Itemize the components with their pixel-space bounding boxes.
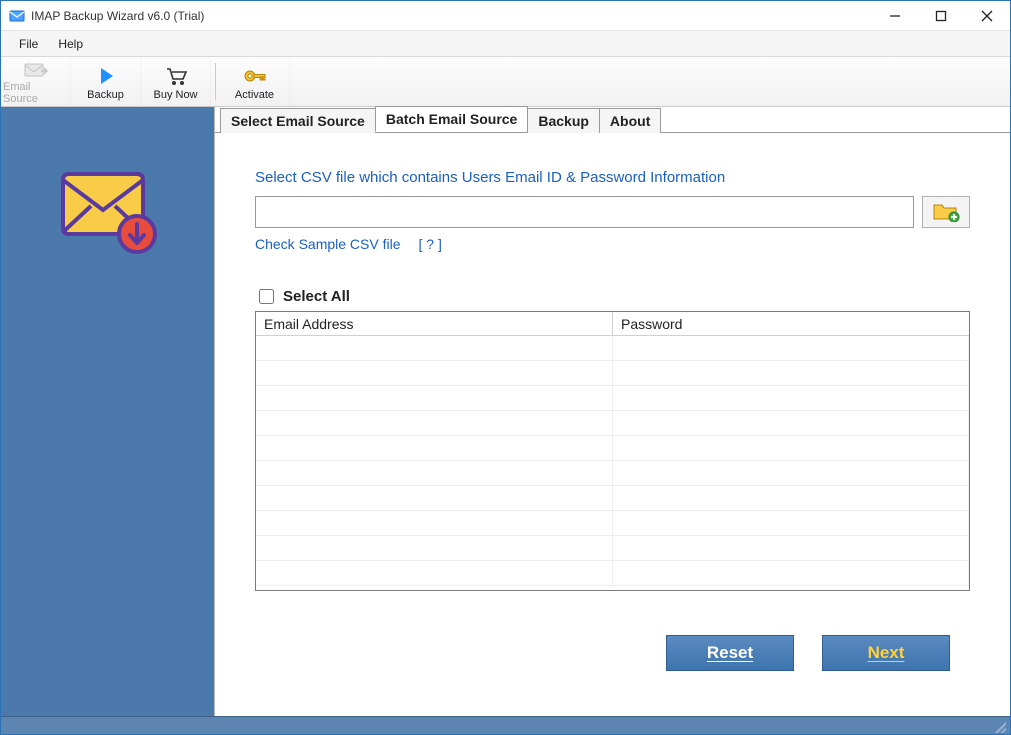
toolbar: Email Source Backup Buy Now Ac bbox=[1, 57, 1010, 107]
main-panel: Select Email Source Batch Email Source B… bbox=[214, 107, 1010, 716]
tab-backup[interactable]: Backup bbox=[527, 108, 600, 133]
links-row: Check Sample CSV file [ ? ] bbox=[255, 236, 970, 252]
table-row[interactable] bbox=[256, 361, 969, 386]
maximize-button[interactable] bbox=[918, 1, 964, 31]
content-area: Select Email Source Batch Email Source B… bbox=[1, 107, 1010, 716]
table-body bbox=[256, 336, 969, 586]
check-sample-csv-link[interactable]: Check Sample CSV file bbox=[255, 236, 401, 252]
table-row[interactable] bbox=[256, 486, 969, 511]
table-row[interactable] bbox=[256, 336, 969, 361]
col-password-header[interactable]: Password bbox=[613, 312, 969, 335]
sidebar bbox=[1, 107, 214, 716]
select-all-label: Select All bbox=[283, 288, 350, 305]
table-row[interactable] bbox=[256, 386, 969, 411]
window-title: IMAP Backup Wizard v6.0 (Trial) bbox=[31, 9, 204, 23]
toolbar-backup-button[interactable]: Backup bbox=[71, 57, 141, 106]
table-row[interactable] bbox=[256, 511, 969, 536]
cart-icon bbox=[164, 63, 188, 89]
tabstrip: Select Email Source Batch Email Source B… bbox=[215, 107, 1010, 133]
toolbar-email-source-label: Email Source bbox=[3, 81, 68, 105]
key-icon bbox=[242, 63, 268, 89]
toolbar-activate-label: Activate bbox=[235, 89, 274, 101]
browse-button[interactable] bbox=[922, 196, 970, 228]
table-row[interactable] bbox=[256, 436, 969, 461]
table-row[interactable] bbox=[256, 561, 969, 586]
window-controls bbox=[872, 1, 1010, 31]
resize-grip[interactable] bbox=[992, 719, 1006, 733]
reset-button[interactable]: Reset bbox=[666, 635, 794, 671]
table-row[interactable] bbox=[256, 536, 969, 561]
instruction-text: Select CSV file which contains Users Ema… bbox=[255, 169, 970, 186]
csv-path-input[interactable] bbox=[255, 196, 914, 228]
envelope-download-icon bbox=[53, 162, 163, 265]
close-button[interactable] bbox=[964, 1, 1010, 31]
table-row[interactable] bbox=[256, 461, 969, 486]
tab-body: Select CSV file which contains Users Ema… bbox=[215, 133, 1010, 716]
email-source-icon bbox=[23, 59, 49, 81]
table-header: Email Address Password bbox=[256, 312, 969, 336]
help-link[interactable]: [ ? ] bbox=[419, 236, 442, 252]
col-email-header[interactable]: Email Address bbox=[256, 312, 613, 335]
toolbar-buy-now-button[interactable]: Buy Now bbox=[141, 57, 211, 106]
statusbar bbox=[1, 716, 1010, 734]
button-row: Reset Next bbox=[255, 635, 970, 671]
toolbar-activate-button[interactable]: Activate bbox=[220, 57, 290, 106]
table-row[interactable] bbox=[256, 411, 969, 436]
select-all-row: Select All bbox=[255, 286, 970, 307]
play-icon bbox=[96, 63, 116, 89]
toolbar-buy-now-label: Buy Now bbox=[153, 89, 197, 101]
select-all-checkbox[interactable] bbox=[259, 289, 274, 304]
tab-batch-email-source[interactable]: Batch Email Source bbox=[375, 106, 529, 132]
folder-add-icon bbox=[932, 200, 960, 225]
tab-about[interactable]: About bbox=[599, 108, 661, 133]
app-icon bbox=[9, 8, 25, 24]
menubar: File Help bbox=[1, 31, 1010, 57]
toolbar-separator bbox=[215, 63, 216, 100]
minimize-button[interactable] bbox=[872, 1, 918, 31]
titlebar: IMAP Backup Wizard v6.0 (Trial) bbox=[1, 1, 1010, 31]
next-button[interactable]: Next bbox=[822, 635, 950, 671]
credentials-table[interactable]: Email Address Password bbox=[255, 311, 970, 591]
csv-file-row bbox=[255, 196, 970, 228]
menu-file[interactable]: File bbox=[9, 33, 48, 55]
menu-help[interactable]: Help bbox=[48, 33, 93, 55]
tab-select-email-source[interactable]: Select Email Source bbox=[220, 108, 376, 133]
toolbar-backup-label: Backup bbox=[87, 89, 124, 101]
toolbar-email-source-button[interactable]: Email Source bbox=[1, 57, 71, 106]
